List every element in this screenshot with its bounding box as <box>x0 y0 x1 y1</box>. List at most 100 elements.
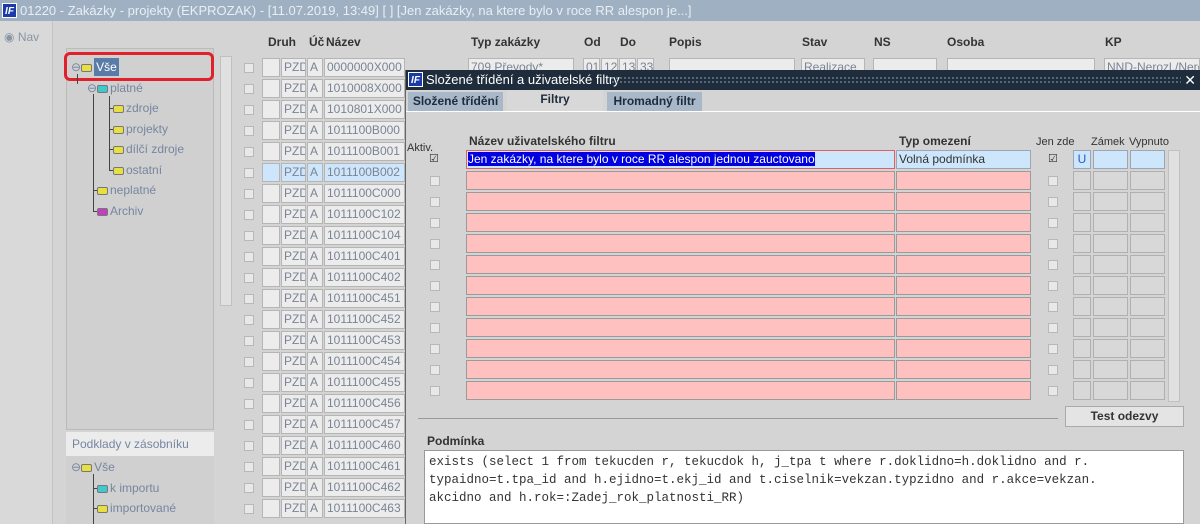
col-druh[interactable]: Druh <box>268 35 296 49</box>
row-checkbox[interactable] <box>244 210 254 220</box>
cell-druh[interactable]: PZD <box>281 58 306 77</box>
cell-druh[interactable]: PZD <box>281 100 306 119</box>
row-checkbox[interactable] <box>244 399 254 409</box>
row-marker[interactable] <box>262 142 280 161</box>
zamek-cell[interactable] <box>1093 360 1128 379</box>
filter-typ-cell[interactable] <box>896 339 1031 358</box>
cell-uc[interactable]: A <box>307 352 323 371</box>
col-ns[interactable]: NS <box>874 35 891 49</box>
jen-zde-checkbox[interactable] <box>1048 239 1058 249</box>
row-marker[interactable] <box>262 247 280 266</box>
cell-nazev[interactable]: 1011100C453 <box>324 331 405 350</box>
row-marker[interactable] <box>262 457 280 476</box>
zamek-cell[interactable] <box>1093 192 1128 211</box>
jen-zde-checkbox[interactable] <box>1048 281 1058 291</box>
row-marker[interactable] <box>262 415 280 434</box>
row-checkbox[interactable] <box>244 357 254 367</box>
filter-name-input[interactable] <box>466 276 895 295</box>
tree-node-projekty[interactable]: projekty <box>113 120 168 138</box>
row-marker[interactable] <box>262 331 280 350</box>
cell-uc[interactable]: A <box>307 58 323 77</box>
cell-nazev[interactable]: 1011100C460 <box>324 436 405 455</box>
cell-nazev[interactable]: 1010008X000 <box>324 79 405 98</box>
tree-node-vse[interactable]: ⊖ Vše <box>71 58 119 76</box>
row-checkbox[interactable] <box>244 231 254 241</box>
jen-zde-checkbox[interactable] <box>1048 323 1058 333</box>
vypnuto-cell[interactable] <box>1130 150 1165 169</box>
row-marker[interactable] <box>262 310 280 329</box>
jen-zde-checkbox[interactable] <box>1048 365 1058 375</box>
row-marker[interactable] <box>262 226 280 245</box>
cell-nazev[interactable]: 1011100C402 <box>324 268 405 287</box>
tree-node-zdroje[interactable]: zdroje <box>113 99 159 117</box>
zamek-cell[interactable] <box>1093 339 1128 358</box>
podklady-node-k-importu[interactable]: k importu <box>97 479 159 497</box>
cell-uc[interactable]: A <box>307 373 323 392</box>
lock-u-cell[interactable] <box>1073 192 1091 211</box>
row-marker[interactable] <box>262 58 280 77</box>
lock-u-cell[interactable] <box>1073 255 1091 274</box>
cell-druh[interactable]: PZD <box>281 352 306 371</box>
cell-druh[interactable]: PZD <box>281 247 306 266</box>
aktiv-checkbox[interactable] <box>430 218 440 228</box>
filter-typ-cell[interactable] <box>896 297 1031 316</box>
col-nazev[interactable]: Název <box>326 35 361 49</box>
vypnuto-cell[interactable] <box>1130 276 1165 295</box>
col-uc[interactable]: Úč <box>309 35 324 49</box>
row-checkbox[interactable] <box>244 189 254 199</box>
aktiv-checkbox[interactable] <box>430 239 440 249</box>
lock-u-cell[interactable] <box>1073 213 1091 232</box>
tree-node-ostatni[interactable]: ostatní <box>113 161 162 179</box>
podklady-header[interactable]: Podklady v zásobníku <box>66 432 214 456</box>
row-checkbox[interactable] <box>244 147 254 157</box>
zamek-cell[interactable] <box>1093 171 1128 190</box>
filter-name-input[interactable] <box>466 381 895 400</box>
filter-name-input[interactable] <box>466 255 895 274</box>
vypnuto-cell[interactable] <box>1130 339 1165 358</box>
cell-nazev[interactable]: 1011100C104 <box>324 226 405 245</box>
tab-hromadny-filtr[interactable]: Hromadný filtr <box>607 92 702 111</box>
vypnuto-cell[interactable] <box>1130 213 1165 232</box>
dialog-title-bar[interactable]: IF Složené třídění a uživatelské filtry … <box>406 70 1200 90</box>
cell-druh[interactable]: PZD <box>281 226 306 245</box>
row-marker[interactable] <box>262 268 280 287</box>
cell-druh[interactable]: PZD <box>281 163 306 182</box>
aktiv-checkbox[interactable] <box>430 260 440 270</box>
cell-uc[interactable]: A <box>307 289 323 308</box>
vypnuto-cell[interactable] <box>1130 297 1165 316</box>
cell-nazev[interactable]: 1011100C461 <box>324 457 405 476</box>
cell-nazev[interactable]: 1011100C452 <box>324 310 405 329</box>
cell-uc[interactable]: A <box>307 184 323 203</box>
cell-nazev[interactable]: 1011100C454 <box>324 352 405 371</box>
cell-druh[interactable]: PZD <box>281 457 306 476</box>
jen-zde-checkbox[interactable] <box>1048 386 1058 396</box>
aktiv-checkbox[interactable] <box>430 197 440 207</box>
podminka-textarea[interactable]: exists (select 1 from tekucden r, tekucd… <box>424 450 1184 524</box>
aktiv-checkbox[interactable] <box>430 386 440 396</box>
cell-nazev[interactable]: 1011100B001 <box>324 142 405 161</box>
tree-node-platne[interactable]: ⊖ platné <box>87 79 143 97</box>
cell-uc[interactable]: A <box>307 247 323 266</box>
filter-typ-cell[interactable] <box>896 360 1031 379</box>
cell-uc[interactable]: A <box>307 268 323 287</box>
vypnuto-cell[interactable] <box>1130 381 1165 400</box>
test-odezvy-button[interactable]: Test odezvy <box>1065 406 1184 427</box>
zamek-cell[interactable] <box>1093 150 1128 169</box>
cell-nazev[interactable]: 1011100C456 <box>324 394 405 413</box>
col-do[interactable]: Do <box>620 35 636 49</box>
tab-filtry[interactable]: Filtry <box>507 90 603 111</box>
cell-nazev[interactable]: 1010801X000 <box>324 100 405 119</box>
zamek-cell[interactable] <box>1093 276 1128 295</box>
col-osoba[interactable]: Osoba <box>947 35 984 49</box>
filter-name-input[interactable] <box>466 297 895 316</box>
lock-u-cell[interactable] <box>1073 339 1091 358</box>
cell-nazev[interactable]: 1011100C401 <box>324 247 405 266</box>
vypnuto-cell[interactable] <box>1130 360 1165 379</box>
filters-scrollbar[interactable] <box>1168 150 1180 402</box>
lock-u-cell[interactable]: U <box>1073 150 1091 169</box>
jen-zde-checkbox[interactable]: ☑ <box>1048 152 1058 165</box>
filter-name-input[interactable] <box>466 360 895 379</box>
cell-nazev[interactable]: 1011100C463 <box>324 499 405 518</box>
tree-node-dilci-zdroje[interactable]: dílčí zdroje <box>113 140 184 158</box>
cell-uc[interactable]: A <box>307 499 323 518</box>
